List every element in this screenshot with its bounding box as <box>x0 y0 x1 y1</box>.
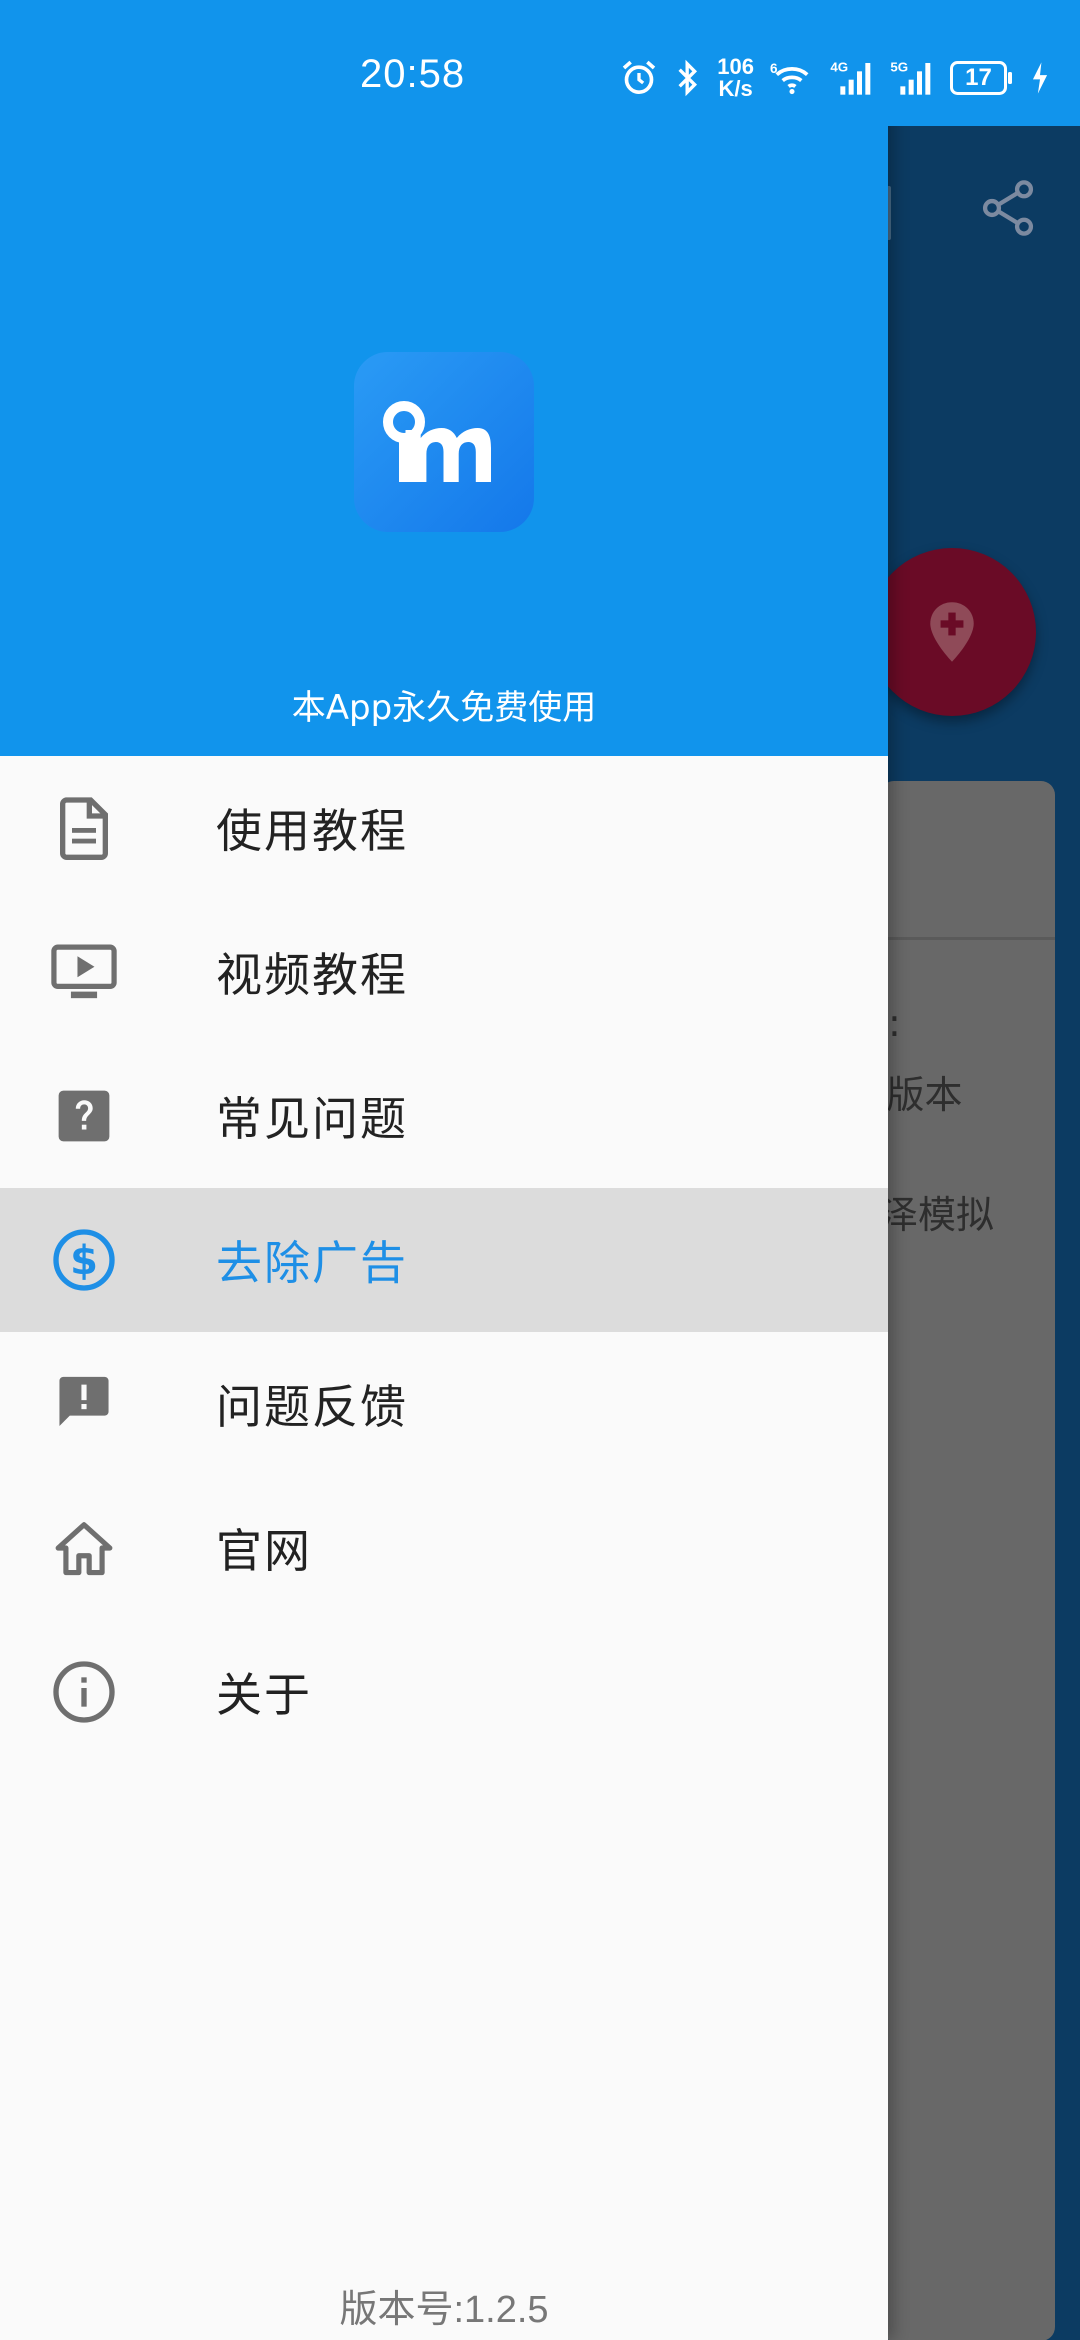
add-location-fab[interactable] <box>868 548 1036 716</box>
menu-label-tutorial: 使用教程 <box>216 804 408 858</box>
feedback-icon <box>50 1370 118 1438</box>
status-icons: 106 K/s 6 4G 5G 17 <box>619 50 1050 106</box>
document-icon <box>50 794 118 862</box>
menu-label-remove-ads: 去除广告 <box>216 1236 408 1290</box>
network-speed-value: 106 <box>717 54 754 79</box>
signal-icon-4g: 4G <box>830 58 874 98</box>
network-type-4g: 4G <box>830 59 848 74</box>
menu-item-feedback[interactable]: 问题反馈 <box>0 1332 888 1476</box>
add-location-icon <box>930 602 974 662</box>
menu-label-about: 关于 <box>216 1668 312 1722</box>
app-logo-icon <box>383 401 491 482</box>
share-icon[interactable] <box>976 176 1040 244</box>
wifi-icon: 6 <box>770 58 814 98</box>
home-icon <box>50 1514 118 1582</box>
menu-item-faq[interactable]: 常见问题 <box>0 1044 888 1188</box>
signal-icon-5g: 5G <box>890 58 934 98</box>
status-bar: 20:58 106 K/s 6 4G 5G 17 <box>0 0 1080 126</box>
menu-label-video-tutorial: 视频教程 <box>216 948 408 1002</box>
menu-label-feedback: 问题反馈 <box>216 1380 408 1434</box>
status-time: 20:58 <box>360 52 466 96</box>
background-text-3: 泽模拟 <box>880 1193 995 1237</box>
background-card <box>880 781 1055 2340</box>
navigation-drawer: 本App永久免费使用 使用教程 视频教程 常见问题 $ 去除广告 问题反馈 官网… <box>0 0 888 2340</box>
battery-level: 17 <box>965 64 992 91</box>
version-text: 版本号:1.2.5 <box>339 2289 549 2331</box>
menu-label-official-site: 官网 <box>216 1524 312 1578</box>
battery-icon: 17 <box>950 61 1014 95</box>
menu-item-official-site[interactable]: 官网 <box>0 1476 888 1620</box>
help-box-icon <box>50 1082 118 1150</box>
bluetooth-icon <box>675 58 701 98</box>
menu-item-tutorial[interactable]: 使用教程 <box>0 756 888 900</box>
network-speed-unit: K/s <box>718 76 753 101</box>
background-text-2: '版本 <box>876 1073 963 1117</box>
network-speed: 106 K/s <box>717 56 754 100</box>
video-tv-icon <box>50 938 118 1006</box>
header-caption: 本App永久免费使用 <box>291 688 597 728</box>
screen: : '版本 泽模拟 本App永久免费使用 使用教程 视频教程 常见问题 $ 去除… <box>0 0 1080 2340</box>
menu-item-about[interactable]: 关于 <box>0 1620 888 1764</box>
dollar-circle-icon: $ <box>50 1226 118 1294</box>
app-logo <box>354 352 534 532</box>
drawer-menu: 使用教程 视频教程 常见问题 $ 去除广告 问题反馈 官网 关于 <box>0 756 888 1764</box>
svg-text:$: $ <box>70 1238 98 1284</box>
menu-item-video-tutorial[interactable]: 视频教程 <box>0 900 888 1044</box>
info-icon <box>50 1658 118 1726</box>
background-text-1: : <box>888 1001 901 1045</box>
menu-label-faq: 常见问题 <box>216 1092 408 1146</box>
alarm-icon <box>619 58 659 98</box>
menu-item-remove-ads[interactable]: $ 去除广告 <box>0 1188 888 1332</box>
background-card-divider <box>880 937 1055 940</box>
charging-icon <box>1030 61 1050 95</box>
network-type-5g: 5G <box>890 59 908 74</box>
